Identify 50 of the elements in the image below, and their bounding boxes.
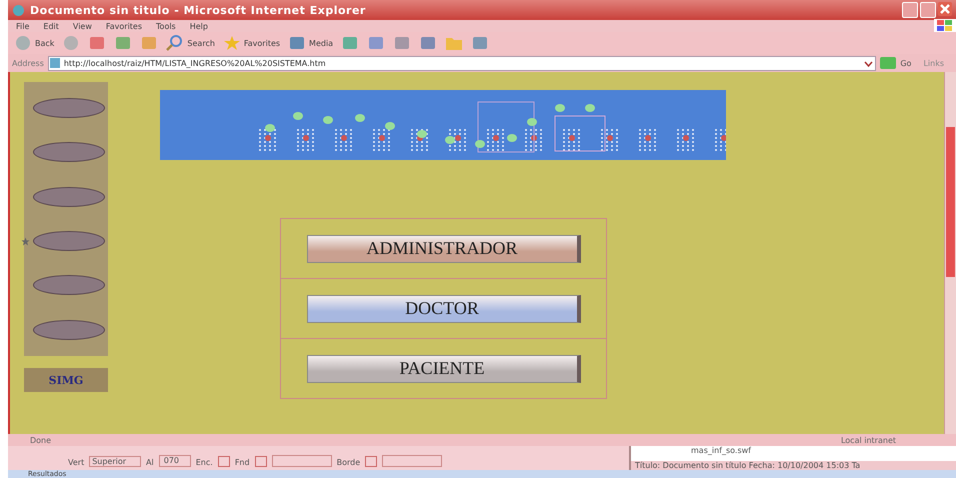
file-name[interactable]: mas_inf_so.swf	[631, 446, 956, 455]
scrollbar[interactable]	[944, 72, 956, 434]
field-label: Fnd	[234, 458, 250, 467]
maximize-button[interactable]	[920, 2, 936, 18]
browser-icon	[12, 4, 25, 16]
logo: SIMG	[24, 368, 108, 392]
menu-item[interactable]: Help	[190, 22, 208, 30]
nav-oval-button[interactable]	[33, 98, 105, 118]
address-label: Address	[12, 58, 44, 68]
zone-label: Local intranet	[840, 436, 896, 444]
menu-item[interactable]: Favorites	[106, 22, 142, 30]
go-button[interactable]: Go	[900, 58, 912, 68]
windows-logo-icon	[934, 19, 956, 33]
nav-oval-button[interactable]	[33, 320, 105, 340]
folder-icon[interactable]	[445, 35, 464, 51]
toolbar-label[interactable]: Search	[187, 38, 215, 48]
vertical-align-select[interactable]: Superior	[89, 456, 142, 467]
menu-item[interactable]: Tools	[156, 22, 176, 30]
status-text: Done	[30, 436, 52, 444]
nav-oval-button[interactable]	[33, 186, 105, 207]
color-picker[interactable]	[254, 456, 267, 467]
header-checkbox[interactable]	[218, 456, 230, 467]
nav-oval-button[interactable]	[33, 275, 105, 296]
nav-oval-button[interactable]	[33, 231, 105, 252]
field-label: Vert	[68, 458, 84, 467]
close-icon[interactable]	[938, 2, 952, 16]
field-label: Enc.	[196, 458, 213, 467]
toolbar-label[interactable]: Media	[309, 38, 334, 48]
page-icon	[48, 57, 61, 69]
toolbar-label[interactable]: Favorites	[244, 38, 280, 48]
toolbar-label[interactable]: Back	[35, 38, 54, 48]
color-field[interactable]	[382, 455, 442, 467]
search-icon[interactable]	[166, 35, 184, 51]
height-field[interactable]: 070	[158, 455, 191, 467]
star-icon[interactable]	[222, 35, 241, 51]
role-button[interactable]: DOCTOR	[306, 294, 580, 322]
address-field[interactable]: http://localhost/raiz/HTM/LISTA_INGRESO%20AL%20SISTEMA.htm	[48, 56, 876, 70]
menu-item[interactable]: View	[72, 22, 92, 30]
role-button[interactable]: ADMINISTRADOR	[306, 234, 580, 262]
file-info: Título: Documento sin título Fecha: 10/10/2004 15:03 Ta	[631, 461, 956, 470]
menu-item[interactable]: File	[16, 22, 30, 30]
role-button[interactable]: PACIENTE	[306, 354, 580, 382]
field-label: Borde	[336, 458, 360, 467]
nav-oval-button[interactable]	[33, 142, 105, 162]
field-label: Al	[146, 458, 154, 467]
color-picker[interactable]	[365, 456, 378, 467]
menu-item[interactable]: Edit	[43, 22, 59, 30]
window-title: Documento sin titulo - Microsoft Internet Explorer	[30, 4, 366, 16]
color-field[interactable]	[272, 455, 332, 467]
minimize-button[interactable]	[902, 2, 918, 18]
